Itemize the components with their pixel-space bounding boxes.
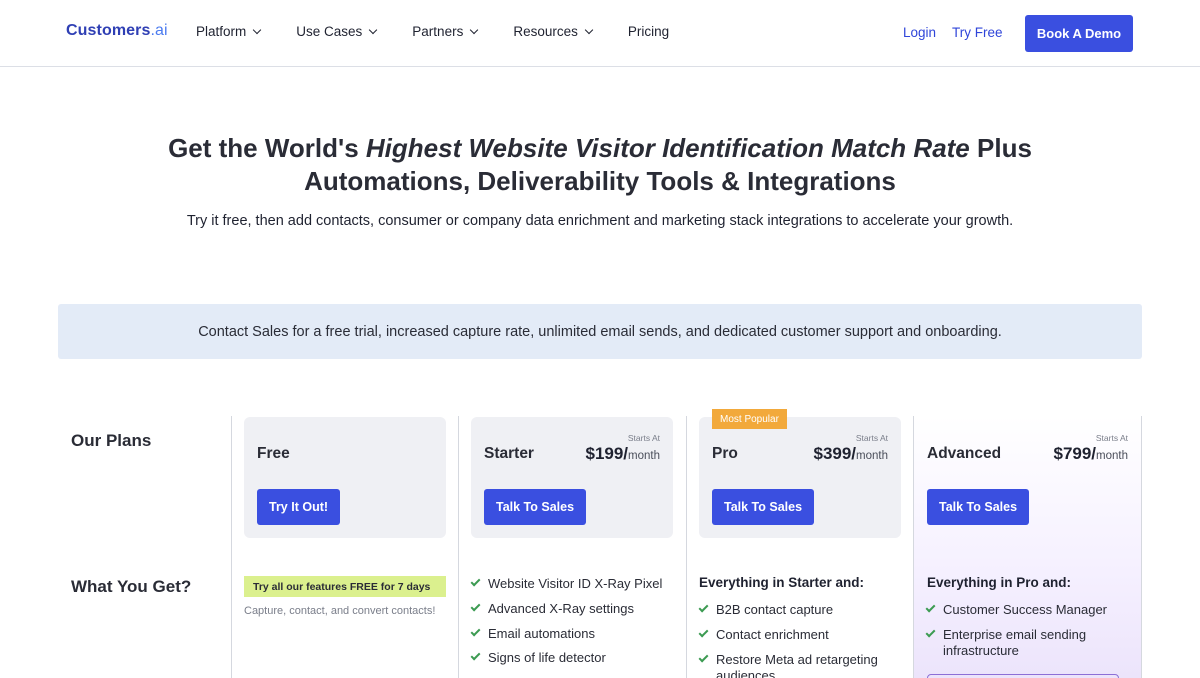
- check-icon: [470, 626, 481, 637]
- menu-label: Resources: [513, 24, 578, 39]
- hero-title-b: Plus: [969, 133, 1032, 163]
- chevron-down-icon: [253, 25, 262, 34]
- column-divider: [231, 416, 232, 678]
- feature-label: Email automations: [488, 626, 595, 641]
- menu-resources[interactable]: Resources: [513, 24, 594, 39]
- column-divider: [686, 416, 687, 678]
- menu-pricing[interactable]: Pricing: [628, 24, 669, 39]
- starts-at-label: Starts At: [627, 433, 660, 443]
- feature-heading: Everything in Pro and:: [927, 575, 1072, 590]
- feature-label: B2B contact capture: [716, 602, 834, 617]
- menu-label: Platform: [196, 24, 247, 39]
- column-divider: [458, 416, 459, 678]
- feature-label: Website Visitor ID X-Ray Pixel: [488, 576, 663, 591]
- price-period: month: [856, 450, 888, 462]
- chevron-down-icon: [470, 25, 479, 34]
- advanced-outline-element: [927, 674, 1119, 678]
- talk-to-sales-button[interactable]: Talk To Sales: [484, 489, 587, 525]
- plan-name: Pro: [712, 445, 738, 462]
- chevron-down-icon: [369, 25, 378, 34]
- what-you-get-label: What You Get?: [71, 577, 192, 596]
- feature-heading: Everything in Starter and:: [699, 575, 865, 590]
- price-value: $199/: [585, 444, 629, 463]
- hero-title-line2: Automations, Deliverability Tools & Inte…: [304, 166, 896, 196]
- plan-card-free: Free Try It Out!: [244, 417, 446, 538]
- feature-label: Enterprise email sending infrastructure: [943, 627, 1087, 658]
- feature-item: Advanced X-Ray settings: [470, 601, 668, 617]
- logo-suffix: .ai: [150, 22, 168, 39]
- talk-to-sales-button[interactable]: Talk To Sales: [712, 489, 815, 525]
- book-demo-button[interactable]: Book A Demo: [1025, 15, 1133, 52]
- price-value: $399/: [813, 444, 857, 463]
- try-free-link[interactable]: Try Free: [952, 25, 1003, 40]
- contact-sales-notice: Contact Sales for a free trial, increase…: [58, 304, 1142, 359]
- most-popular-badge: Most Popular: [712, 409, 787, 429]
- menu-partners[interactable]: Partners: [412, 24, 479, 39]
- top-nav: Customers.ai Platform Use Cases Partners…: [0, 0, 1200, 67]
- plan-card-pro: Pro Starts At $399/month Talk To Sales: [699, 417, 901, 538]
- plan-price: $399/month: [813, 444, 888, 464]
- try-it-out-button[interactable]: Try It Out!: [257, 489, 341, 525]
- feature-label: Contact enrichment: [716, 627, 829, 642]
- feature-label: Advanced X-Ray settings: [488, 601, 634, 616]
- free-trial-subtext: Capture, contact, and convert contacts!: [244, 605, 436, 617]
- starts-at-label: Starts At: [855, 433, 888, 443]
- check-icon: [698, 652, 709, 663]
- plan-card-starter: Starter Starts At $199/month Talk To Sal…: [471, 417, 673, 538]
- plan-name: Free: [257, 445, 290, 462]
- plan-price: $199/month: [585, 444, 660, 464]
- plan-name: Starter: [484, 445, 534, 462]
- check-icon: [470, 650, 481, 661]
- feature-item: Website Visitor ID X-Ray Pixel: [470, 576, 668, 592]
- price-period: month: [628, 450, 660, 462]
- hero-subtitle: Try it free, then add contacts, consumer…: [186, 213, 1014, 229]
- hero-title: Get the World's Highest Website Visitor …: [0, 132, 1200, 198]
- feature-item: Enterprise email sending infrastructure: [925, 627, 1133, 659]
- plan-name: Advanced: [927, 445, 1002, 462]
- hero-title-a: Get the World's: [168, 133, 366, 163]
- check-icon: [698, 627, 709, 638]
- feature-item: Signs of life detector: [470, 650, 668, 666]
- main-menu: Platform Use Cases Partners Resources Pr…: [196, 24, 705, 39]
- menu-use-cases[interactable]: Use Cases: [296, 24, 378, 39]
- starts-at-label: Starts At: [1095, 433, 1128, 443]
- menu-platform[interactable]: Platform: [196, 24, 262, 39]
- price-value: $799/: [1053, 444, 1097, 463]
- hero-title-emphasis: Highest Website Visitor Identification M…: [365, 133, 970, 163]
- feature-label: Signs of life detector: [488, 650, 606, 665]
- feature-item: Restore Meta ad retargeting audiences: [698, 652, 896, 678]
- logo-main: Customers: [66, 22, 151, 39]
- feature-label: Customer Success Manager: [943, 602, 1108, 617]
- price-period: month: [1096, 450, 1128, 462]
- menu-label: Pricing: [627, 24, 670, 39]
- column-divider: [1141, 416, 1142, 678]
- check-icon: [470, 576, 481, 587]
- feature-item: Customer Success Manager: [925, 602, 1133, 618]
- our-plans-label: Our Plans: [71, 431, 152, 450]
- plan-card-advanced: Advanced Starts At $799/month Talk To Sa…: [914, 417, 1141, 538]
- plan-price: $799/month: [1053, 444, 1128, 464]
- feature-item: Email automations: [470, 626, 668, 642]
- chevron-down-icon: [584, 25, 594, 34]
- feature-item: Contact enrichment: [698, 627, 896, 643]
- feature-item: B2B contact capture: [698, 602, 896, 618]
- check-icon: [698, 602, 709, 613]
- login-link[interactable]: Login: [903, 25, 936, 40]
- logo[interactable]: Customers.ai: [66, 22, 168, 40]
- feature-label: Restore Meta ad retargeting audiences: [716, 652, 878, 678]
- menu-label: Use Cases: [296, 24, 363, 39]
- menu-label: Partners: [412, 24, 464, 39]
- free-trial-badge: Try all our features FREE for 7 days: [244, 576, 446, 597]
- check-icon: [470, 601, 481, 612]
- talk-to-sales-button[interactable]: Talk To Sales: [927, 489, 1030, 525]
